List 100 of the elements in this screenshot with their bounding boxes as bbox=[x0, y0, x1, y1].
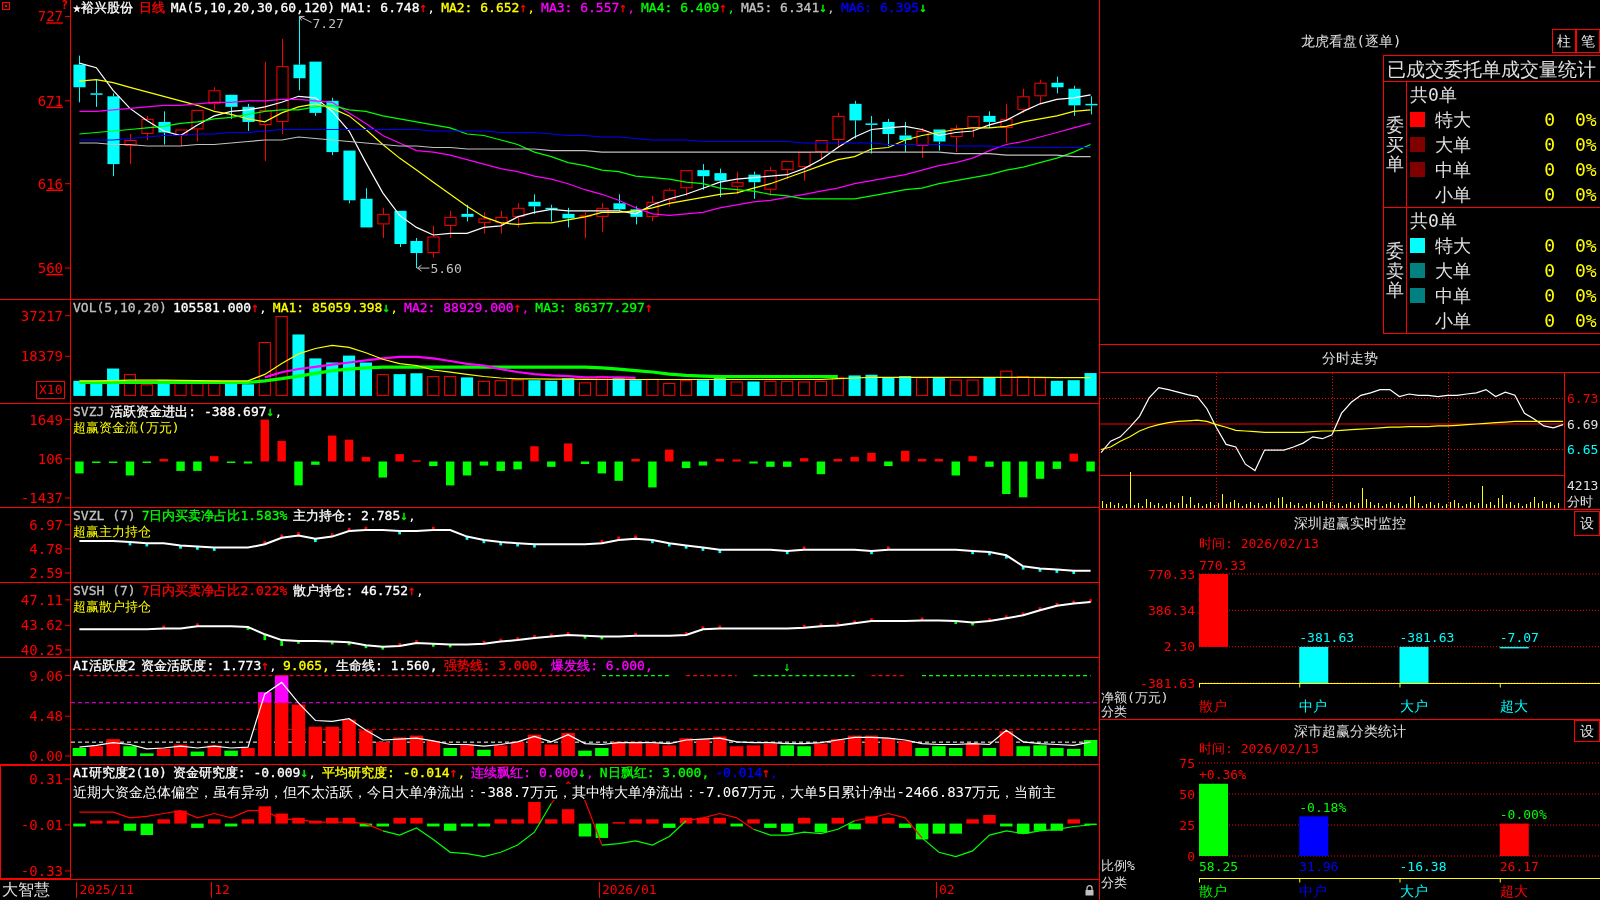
axis-tick-label: 75 bbox=[1179, 756, 1195, 771]
order-size-label: 小单 bbox=[1435, 310, 1471, 331]
change-label: -0.18% bbox=[1299, 799, 1347, 815]
bar-value-label: -381.63 bbox=[1399, 630, 1455, 646]
axis-tick-label: 616 bbox=[37, 175, 63, 192]
legend-comma: , bbox=[427, 0, 436, 16]
legend-comma: , bbox=[308, 765, 317, 781]
timestamp-text: 时间: 2026/02/13 bbox=[1199, 535, 1319, 554]
axis-tick-label: 6.73 bbox=[1567, 391, 1599, 406]
order-percent: 0% bbox=[1575, 134, 1597, 155]
axis-tick-label: -381.63 bbox=[1140, 675, 1195, 691]
legend-comma: , bbox=[269, 658, 277, 674]
legend-text: MA6: 6.395 bbox=[840, 0, 920, 16]
indicator-caption: 超赢主力持仓 bbox=[73, 524, 151, 539]
trend-arrow: ↓ bbox=[400, 508, 409, 524]
axis-tick-label: 6.69 bbox=[1567, 416, 1599, 432]
price-extreme-label: 7.27 bbox=[312, 16, 344, 31]
legend-text: AI研究度2(10) bbox=[73, 765, 167, 781]
order-size-label: 大单 bbox=[1435, 134, 1471, 155]
trend-arrow: ↓ bbox=[300, 765, 309, 781]
trend-arrow: ↓ bbox=[819, 0, 828, 16]
trend-arrow: ↑ bbox=[251, 300, 260, 316]
order-size-label: 特大 bbox=[1435, 109, 1471, 130]
legend-text: 活跃资金进出: -388.697 bbox=[110, 404, 267, 420]
legend-text: 资金研究度: -0.009 bbox=[172, 765, 301, 781]
legend-text: 爆发线: 6.000, bbox=[551, 658, 653, 674]
axis-tick-label: 106 bbox=[37, 450, 63, 467]
legend-text: 强势线: 3.000, bbox=[443, 658, 546, 674]
axis-tick-label: -1437 bbox=[20, 489, 63, 506]
analysis-summary-text: 近期大资金总体偏空，虽有异动，但不太活跃，今日大单净流出：-388.7万元，其中特大单净流出：-7.067万元，大单5日累计净出-2466.837万元，当前主 bbox=[73, 784, 1057, 800]
section-title: 分时走势 bbox=[1322, 349, 1378, 368]
legend-comma: , bbox=[527, 0, 536, 16]
change-label: +0.36% bbox=[1199, 767, 1246, 783]
axis-tick-label: -0.33 bbox=[20, 862, 63, 879]
order-size-label: 小单 bbox=[1435, 184, 1471, 205]
order-count: 0 bbox=[1544, 184, 1555, 205]
legend-text: MA1: 85059.398 bbox=[272, 300, 383, 316]
legend-text: 资金活跃度: 1.773 bbox=[141, 658, 262, 674]
axis-tick-label: 2.30 bbox=[1163, 639, 1195, 655]
bar-value-label: 770.33 bbox=[1199, 557, 1246, 573]
legend-text: -0.014 bbox=[715, 765, 763, 781]
trend-arrow: ↑ bbox=[513, 300, 522, 316]
date-label: 2025/11 bbox=[76, 882, 135, 898]
order-total: 共0单 bbox=[1410, 210, 1457, 231]
legend-text: 7日内买卖净占比2.022% bbox=[141, 583, 288, 599]
legend-comma: , bbox=[521, 300, 530, 316]
bar-value-label: 31.96 bbox=[1299, 858, 1339, 874]
volume-scale-label: X10 bbox=[36, 381, 66, 399]
legend-text: MA(5,10,20,30,60,120) bbox=[170, 0, 336, 16]
axis-title: 分类 bbox=[1101, 703, 1127, 719]
volume-caption: 分时 bbox=[1567, 493, 1593, 509]
axis-tick-label: 37217 bbox=[20, 307, 63, 324]
axis-tick-label: 727 bbox=[37, 8, 63, 25]
table-title: 已成交委托单成交量统计 bbox=[1387, 57, 1596, 80]
legend-text: MA1: 6.748 bbox=[341, 0, 420, 16]
bar-value-label: 26.17 bbox=[1499, 858, 1539, 874]
legend-text: VOL(5,10,20) bbox=[73, 300, 167, 316]
category-label: 中户 bbox=[1299, 697, 1328, 714]
order-count: 0 bbox=[1544, 285, 1555, 306]
indicator-caption: 超赢散户持仓 bbox=[73, 599, 151, 614]
order-count: 0 bbox=[1544, 134, 1555, 155]
price-extreme-label: 5.60 bbox=[430, 260, 462, 276]
order-count: 0 bbox=[1544, 159, 1555, 180]
order-percent: 0% bbox=[1575, 260, 1597, 281]
legend-comma: , bbox=[259, 300, 267, 316]
date-label: 02 bbox=[935, 882, 955, 898]
legend-text: 7日内买卖净占比1.583% bbox=[141, 508, 288, 524]
axis-tick-label: 40.25 bbox=[20, 641, 63, 657]
order-count: 0 bbox=[1544, 310, 1555, 331]
category-label: 中户 bbox=[1299, 882, 1328, 899]
order-percent: 0% bbox=[1575, 109, 1597, 130]
trend-arrow: ↑ bbox=[449, 765, 458, 781]
trend-arrow: ↑ bbox=[419, 0, 428, 16]
axis-tick-label: 50 bbox=[1179, 786, 1195, 802]
bar-value-label: 58.25 bbox=[1199, 858, 1239, 874]
axis-tick-label: 386.34 bbox=[1148, 602, 1195, 618]
axis-tick-label: 6.97 bbox=[29, 516, 63, 533]
legend-text: MA5: 6.341 bbox=[740, 0, 820, 16]
legend-comma: , bbox=[727, 0, 735, 16]
legend-text: 散户持仓: 46.752 bbox=[293, 583, 409, 599]
axis-title: 比例% bbox=[1101, 857, 1135, 873]
legend-text: 平均研究度: -0.014 bbox=[322, 765, 450, 781]
category-label: 散户 bbox=[1199, 697, 1227, 714]
legend-text: SVZL (7) bbox=[73, 508, 136, 524]
legend-text: MA3: 86377.297 bbox=[535, 300, 645, 316]
axis-tick-label: 2.59 bbox=[29, 564, 63, 581]
axis-tick-label: 0 bbox=[1187, 848, 1195, 864]
category-label: 大户 bbox=[1399, 882, 1428, 899]
bar-value-label: -16.38 bbox=[1399, 858, 1447, 874]
legend-comma: , bbox=[274, 404, 283, 420]
legend-text: ★裕兴股份 bbox=[73, 0, 133, 16]
legend-text: SVZJ bbox=[73, 404, 105, 420]
legend-text: SVSH (7) bbox=[73, 583, 136, 599]
legend-text: MA2: 6.652 bbox=[441, 0, 520, 16]
axis-tick-label: 671 bbox=[37, 92, 63, 109]
axis-tick-label: 4.48 bbox=[29, 708, 63, 725]
order-percent: 0% bbox=[1575, 184, 1597, 205]
axis-tick-label: 0.00 bbox=[29, 747, 63, 764]
legend-text: 生命线: 1.560, bbox=[335, 658, 438, 674]
order-size-label: 中单 bbox=[1435, 285, 1471, 306]
